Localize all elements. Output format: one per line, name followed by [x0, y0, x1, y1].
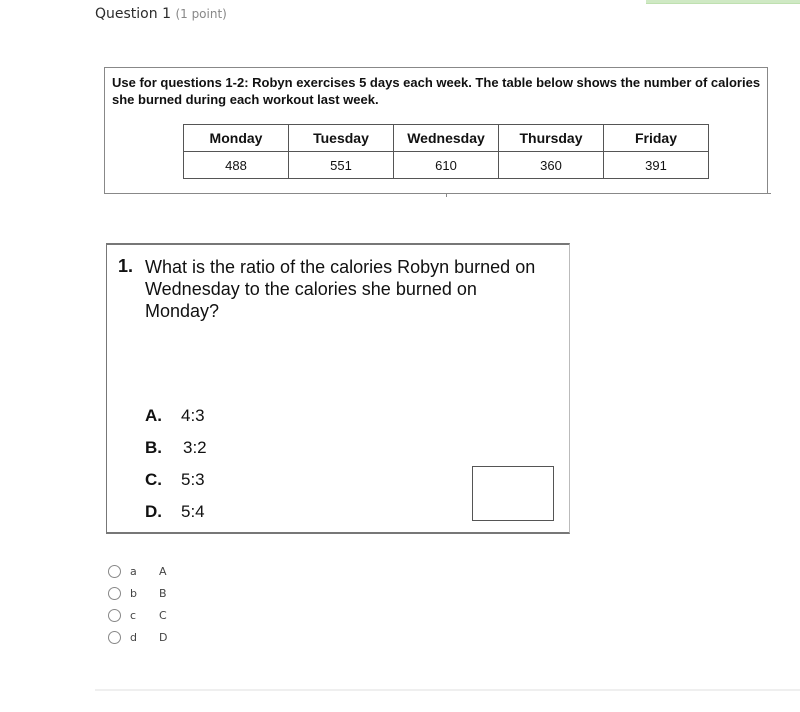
answer-options: a A b B c C d D — [108, 560, 167, 648]
table-header-cell: Thursday — [498, 124, 604, 152]
radio-button[interactable] — [108, 564, 121, 578]
question-points: (1 point) — [175, 7, 227, 21]
footer-divider — [95, 689, 800, 691]
passage-image: Use for questions 1-2: Robyn exercises 5… — [104, 67, 768, 194]
choice-letter: D. — [145, 502, 162, 521]
passage-text: Use for questions 1-2: Robyn exercises 5… — [112, 75, 761, 107]
choice-item: C. 5:3 — [145, 464, 207, 496]
option-b[interactable]: b B — [108, 582, 167, 604]
status-bar — [646, 0, 800, 4]
choice-item: B. 3:2 — [145, 432, 207, 464]
answer-box — [472, 466, 554, 521]
radio-button[interactable] — [108, 630, 121, 644]
choice-letter: A. — [145, 406, 162, 425]
question-header: Question 1 (1 point) — [95, 6, 227, 22]
choice-item: D. 5:4 — [145, 496, 207, 528]
option-value: A — [159, 564, 167, 578]
option-key: b — [130, 586, 137, 600]
table-header-row: Monday Tuesday Wednesday Thursday Friday — [183, 124, 709, 152]
table-header-cell: Tuesday — [288, 124, 394, 152]
choice-text: 5:3 — [181, 470, 205, 489]
radio-button[interactable] — [108, 586, 121, 600]
passage-divider-tick — [446, 193, 447, 197]
option-value: D — [159, 630, 168, 644]
table-cell: 391 — [603, 151, 709, 179]
choice-letter: B. — [145, 438, 162, 457]
problem-stem: What is the ratio of the calories Robyn … — [145, 257, 536, 321]
option-value: B — [159, 586, 167, 600]
table-row: 488 551 610 360 391 — [183, 151, 709, 179]
choice-item: A. 4:3 — [145, 400, 207, 432]
choice-list: A. 4:3 B. 3:2 C. 5:3 D. 5:4 — [145, 400, 207, 528]
table-header-cell: Monday — [183, 124, 289, 152]
table-header-cell: Friday — [603, 124, 709, 152]
option-d[interactable]: d D — [108, 626, 167, 648]
table-cell: 610 — [393, 151, 499, 179]
table-cell: 360 — [498, 151, 604, 179]
choice-text: 5:4 — [181, 502, 205, 521]
problem-number: 1. — [118, 256, 134, 276]
option-key: a — [130, 564, 137, 578]
option-c[interactable]: c C — [108, 604, 167, 626]
question-image: 1. What is the ratio of the calories Rob… — [106, 243, 570, 534]
choice-text: 4:3 — [181, 406, 205, 425]
choice-letter: C. — [145, 470, 162, 489]
calories-table: Monday Tuesday Wednesday Thursday Friday… — [183, 124, 709, 179]
option-value: C — [159, 608, 167, 622]
table-header-cell: Wednesday — [393, 124, 499, 152]
option-key: c — [130, 608, 137, 622]
table-cell: 488 — [183, 151, 289, 179]
question-title: Question 1 — [95, 6, 171, 22]
passage-divider — [104, 193, 771, 194]
choice-text: 3:2 — [183, 438, 207, 457]
option-key: d — [130, 630, 137, 644]
option-a[interactable]: a A — [108, 560, 167, 582]
radio-button[interactable] — [108, 608, 121, 622]
table-cell: 551 — [288, 151, 394, 179]
